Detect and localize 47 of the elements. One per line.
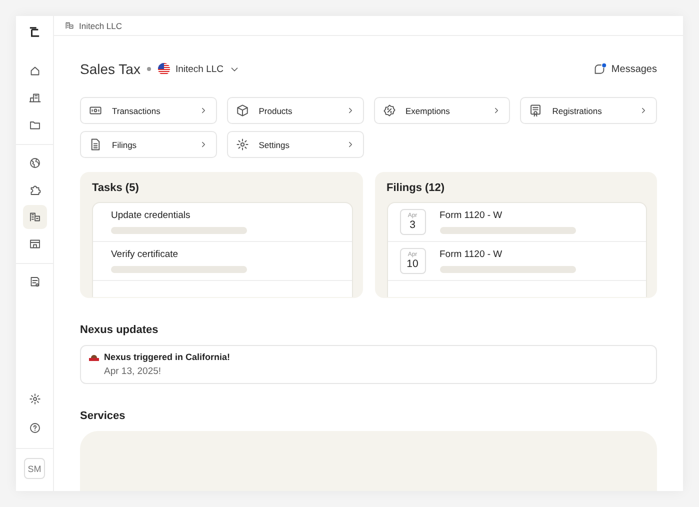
shortcut-button[interactable]: Registrations xyxy=(520,97,657,124)
state-flag-icon xyxy=(89,352,99,362)
section-heading: Nexus updates xyxy=(80,324,160,336)
chevron-right-icon xyxy=(639,106,648,115)
settings-icon xyxy=(236,138,249,151)
logo-icon[interactable] xyxy=(29,26,40,37)
shortcut-button[interactable]: Settings xyxy=(226,131,364,158)
update-title: Nexus triggered in California! xyxy=(104,352,230,362)
building-card-icon xyxy=(28,211,40,223)
page-title: Sales Tax xyxy=(80,61,140,77)
company-selector[interactable]: Initech LLC xyxy=(158,63,240,75)
sidebar-nav-button[interactable] xyxy=(22,205,46,229)
card-title: Filings (12) xyxy=(386,182,446,194)
help-icon xyxy=(28,422,40,434)
document-icon xyxy=(28,276,40,288)
home-icon xyxy=(28,65,40,77)
user-avatar[interactable]: SM xyxy=(24,458,45,479)
folder-icon xyxy=(28,119,40,131)
store-icon xyxy=(28,238,40,250)
cash-icon xyxy=(89,104,102,117)
document-icon xyxy=(89,138,102,151)
task-title: Update credentials xyxy=(111,210,192,221)
filing-title: Form 1120 - W xyxy=(440,249,504,260)
globe-icon xyxy=(28,157,40,169)
update-date: Apr 13, 2025! xyxy=(104,366,162,377)
shortcut-button[interactable]: Transactions xyxy=(80,97,217,124)
nexus-update-card[interactable]: Nexus triggered in California! Apr 13, 2025! xyxy=(80,345,657,384)
building-card-icon xyxy=(65,21,74,30)
flag-icon xyxy=(158,63,170,75)
shortcut-button[interactable]: Products xyxy=(226,97,364,124)
puzzle-icon xyxy=(28,184,40,196)
separator-dot xyxy=(147,67,152,71)
filing-title: Form 1120 - W xyxy=(440,210,504,221)
settings-icon xyxy=(28,393,40,405)
task-row[interactable]: Update credentials xyxy=(93,203,352,242)
task-row[interactable]: Verify certificate xyxy=(93,242,352,281)
task-title: Verify certificate xyxy=(111,249,180,260)
shortcut-button[interactable]: Exemptions xyxy=(374,97,510,124)
section-heading: Services xyxy=(80,410,126,422)
percent-badge-icon xyxy=(382,104,396,117)
certificate-icon xyxy=(529,104,542,117)
buildings-icon xyxy=(28,92,40,104)
shortcut-button[interactable]: Filings xyxy=(80,131,217,158)
cube-icon xyxy=(236,104,249,117)
card-title: Tasks (5) xyxy=(92,182,140,194)
breadcrumb[interactable]: Initech LLC xyxy=(79,20,122,30)
messages-button[interactable]: Messages xyxy=(594,63,657,75)
